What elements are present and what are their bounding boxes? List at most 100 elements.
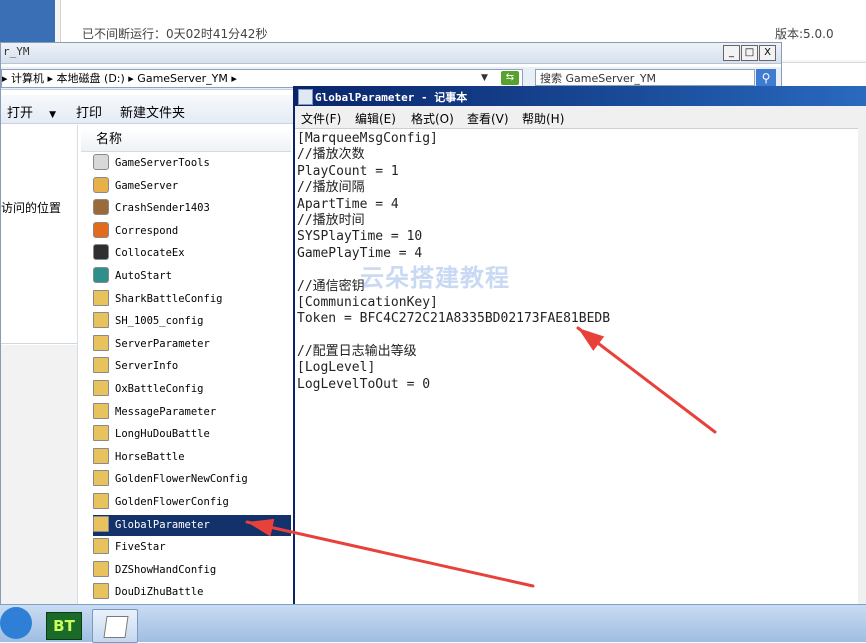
exe-icon: [93, 267, 109, 283]
file-row[interactable]: GameServer: [93, 176, 291, 197]
config-file-icon: [93, 583, 109, 600]
file-row[interactable]: GlobalParameter: [93, 514, 291, 536]
print-button[interactable]: 打印: [76, 102, 102, 121]
file-name: HorseBattle: [115, 450, 185, 463]
explorer-titlebar[interactable]: r_YM _ □ X: [1, 43, 781, 64]
config-file-icon: [93, 357, 109, 374]
folder-icon: [93, 154, 109, 170]
file-row[interactable]: SharkBattleConfig: [93, 289, 291, 310]
file-row[interactable]: ServerParameter: [93, 334, 291, 355]
nav-lower-area: [1, 345, 77, 605]
notepad-text-area[interactable]: [MarqueeMsgConfig]//播放次数 PlayCount = 1//播…: [297, 131, 857, 601]
taskbar: BT: [0, 604, 866, 643]
file-name: GoldenFlowerNewConfig: [115, 473, 248, 486]
menu-format[interactable]: 格式(O): [411, 110, 454, 127]
file-row[interactable]: FiveStar: [93, 537, 291, 558]
config-file-icon: [93, 538, 109, 555]
nav-divider: [1, 343, 77, 344]
text-line: PlayCount = 1: [297, 163, 399, 179]
open-label: 打开: [7, 106, 34, 121]
new-folder-button[interactable]: 新建文件夹: [120, 102, 185, 121]
config-file-icon: [93, 560, 109, 577]
file-name: SH_1005_config: [115, 315, 204, 328]
notepad-scrollbar[interactable]: [858, 128, 866, 604]
close-button[interactable]: X: [759, 45, 776, 61]
file-row[interactable]: GoldenFlowerNewConfig: [93, 469, 291, 490]
taskbar-bt-app[interactable]: BT: [46, 612, 82, 640]
menu-help[interactable]: 帮助(H): [522, 110, 564, 127]
menu-view[interactable]: 查看(V): [467, 110, 509, 127]
config-file-icon: [93, 334, 109, 351]
exe-icon: [93, 244, 109, 261]
exe-icon: [93, 199, 109, 216]
column-header-name[interactable]: 名称: [81, 129, 291, 152]
file-row[interactable]: ServerInfo: [93, 356, 291, 377]
text-line: Token = BFC4C272C21A8335BD02173FAE81BEDB: [297, 311, 611, 327]
text-line: LogLevelToOut = 0: [297, 376, 431, 392]
text-line: ApartTime = 4: [297, 196, 399, 212]
minimize-button[interactable]: _: [723, 45, 740, 61]
config-file-icon: [93, 470, 109, 487]
menu-edit[interactable]: 编辑(E): [355, 110, 396, 127]
file-row[interactable]: SH_1005_config: [93, 311, 291, 332]
watermark-text: 云朵搭建教程: [360, 264, 510, 292]
file-name: AutoStart: [115, 270, 172, 282]
explorer-toolbar: 打开 ▼ 打印 新建文件夹: [1, 95, 301, 124]
navigation-pane: 访问的位置: [1, 125, 78, 605]
chevron-down-icon[interactable]: ▼: [49, 110, 56, 120]
search-input[interactable]: 搜索 GameServer_YM: [535, 69, 755, 86]
text-line: //播放次数: [297, 147, 365, 163]
exe-icon: [93, 221, 109, 238]
file-name: ServerInfo: [115, 360, 179, 373]
text-line: [MarqueeMsgConfig]: [297, 131, 438, 146]
file-name: MessageParameter: [115, 405, 217, 418]
file-name: GlobalParameter: [115, 518, 210, 531]
nav-item-recent-places[interactable]: 访问的位置: [1, 199, 61, 216]
file-name: DouDiZhuBattle: [115, 586, 204, 599]
file-row[interactable]: LongHuDouBattle: [93, 424, 291, 445]
file-row[interactable]: GameServerTools: [93, 153, 291, 174]
file-row[interactable]: MessageParameter: [93, 402, 291, 423]
text-line: [LogLevel]: [297, 360, 376, 376]
file-name: LongHuDouBattle: [115, 428, 210, 441]
start-button-icon[interactable]: [0, 607, 32, 639]
notepad-icon: [298, 89, 313, 105]
file-name: GameServerTools: [115, 157, 210, 169]
config-file-icon: [93, 312, 109, 329]
menu-file[interactable]: 文件(F): [301, 110, 341, 127]
config-file-icon: [93, 380, 109, 396]
file-row[interactable]: Correspond: [93, 221, 291, 242]
config-file-icon: [93, 289, 109, 306]
file-row[interactable]: GoldenFlowerConfig: [93, 492, 291, 513]
file-name: FiveStar: [115, 541, 166, 554]
file-row[interactable]: DZShowHandConfig: [93, 560, 291, 581]
file-name: CollocateEx: [115, 247, 185, 260]
config-file-icon: [93, 447, 109, 464]
address-path: ▸ 计算机 ▸ 本地磁盘 (D:) ▸ GameServer_YM ▸: [2, 72, 237, 85]
column-name-label: 名称: [96, 132, 123, 147]
open-button[interactable]: 打开 ▼: [7, 102, 56, 121]
notepad-titlebar[interactable]: GlobalParameter - 记事本: [295, 86, 866, 106]
file-name: GoldenFlowerConfig: [115, 496, 229, 508]
file-name: GameServer: [115, 179, 179, 192]
text-line: [CommunicationKey]: [297, 294, 438, 310]
taskbar-notepad-app[interactable]: [92, 609, 138, 643]
maximize-button[interactable]: □: [741, 45, 758, 61]
config-file-icon: [93, 515, 109, 532]
exe-icon: [93, 176, 109, 193]
file-row[interactable]: CrashSender1403: [93, 198, 291, 219]
text-line: SYSPlayTime = 10: [297, 229, 423, 245]
file-row[interactable]: DouDiZhuBattle: [93, 582, 291, 603]
file-row[interactable]: CollocateEx: [93, 243, 291, 264]
file-row[interactable]: HorseBattle: [93, 447, 291, 468]
file-row[interactable]: AutoStart: [93, 266, 291, 287]
config-file-icon: [93, 402, 109, 419]
explorer-title: r_YM: [3, 45, 30, 58]
file-row[interactable]: OxBattleConfig: [93, 379, 291, 400]
notepad-window: GlobalParameter - 记事本 文件(F) 编辑(E) 格式(O) …: [293, 86, 866, 604]
chevron-down-icon[interactable]: ▼: [481, 73, 488, 83]
version-text: 版本:5.0.0: [775, 27, 834, 41]
refresh-icon[interactable]: ⇆: [501, 71, 519, 85]
text-line: //播放间隔: [297, 180, 365, 196]
uptime-text: 已不间断运行：0天02时41分42秒: [82, 27, 268, 41]
